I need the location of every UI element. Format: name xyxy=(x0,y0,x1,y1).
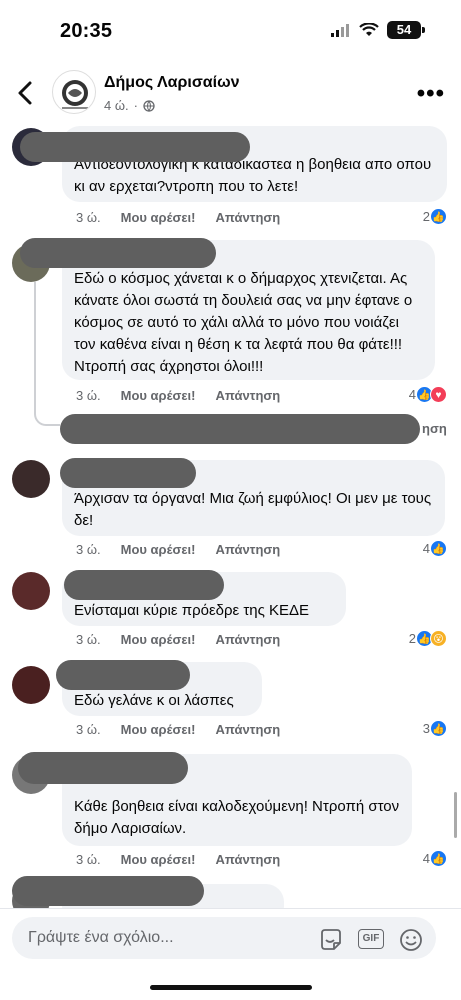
status-bar: 20:35 54 xyxy=(0,0,461,62)
reaction-count: 3 xyxy=(422,721,430,736)
reaction-summary[interactable]: 4 👍 xyxy=(423,850,447,867)
reaction-count: 2 xyxy=(408,631,416,646)
battery-icon: 54 xyxy=(387,21,425,39)
reaction-summary[interactable]: 4 👍 xyxy=(423,540,447,557)
reaction-summary[interactable]: 2 👍 xyxy=(423,208,447,225)
commenter-avatar[interactable] xyxy=(12,572,50,610)
redaction-bar xyxy=(56,660,190,690)
comment-time: 3 ώ. xyxy=(76,388,101,403)
post-time: 4 ώ. xyxy=(104,98,129,113)
home-indicator[interactable] xyxy=(150,985,312,990)
reaction-summary[interactable]: 2 👍 😮 xyxy=(409,630,447,647)
view-replies-suffix: ηση xyxy=(422,421,447,436)
back-arrow-icon[interactable] xyxy=(14,78,38,108)
status-time: 20:35 xyxy=(60,20,113,42)
comment-actions: 3 ώ. Μου αρέσει! Απάντηση xyxy=(76,542,280,557)
comment-time: 3 ώ. xyxy=(76,542,101,557)
like-reaction-icon: 👍 xyxy=(430,540,447,557)
like-button[interactable]: Μου αρέσει! xyxy=(121,632,196,647)
like-button[interactable]: Μου αρέσει! xyxy=(121,852,196,867)
wifi-icon xyxy=(359,23,379,36)
comment-time: 3 ώ. xyxy=(76,632,101,647)
redaction-bar xyxy=(20,132,250,162)
meta-separator: · xyxy=(133,98,138,113)
comment-input-placeholder: Γράψτε ένα σχόλιο... xyxy=(28,929,174,946)
reply-button[interactable]: Απάντηση xyxy=(215,722,280,737)
comment-input[interactable]: Γράψτε ένα σχόλιο... GIF xyxy=(12,917,436,959)
page-avatar[interactable] xyxy=(52,70,96,114)
redaction-bar xyxy=(60,414,420,444)
redaction-bar xyxy=(12,876,204,906)
reaction-count: 4 xyxy=(408,387,416,402)
comment-text: Ενίσταμαι κύριε πρόεδρε της ΚΕΔΕ xyxy=(74,602,310,619)
redaction-bar xyxy=(20,238,216,268)
like-button[interactable]: Μου αρέσει! xyxy=(121,542,196,557)
comment-time: 3 ώ. xyxy=(76,722,101,737)
sticker-icon[interactable] xyxy=(318,927,344,953)
comment-text: Εδώ γελάνε κ οι λάσπες xyxy=(74,692,234,709)
like-button[interactable]: Μου αρέσει! xyxy=(121,210,196,225)
page-title[interactable]: Δήμος Λαρισαίων xyxy=(104,74,240,92)
post-header: Δήμος Λαρισαίων 4 ώ. · ••• xyxy=(0,62,461,126)
commenter-avatar[interactable] xyxy=(12,460,50,498)
comment-actions: 3 ώ. Μου αρέσει! Απάντηση xyxy=(76,852,280,867)
gif-icon[interactable]: GIF xyxy=(358,929,384,949)
wow-reaction-icon: 😮 xyxy=(430,630,447,647)
like-reaction-icon: 👍 xyxy=(430,720,447,737)
view-replies-link[interactable]: ηση xyxy=(60,414,450,444)
more-options-icon[interactable]: ••• xyxy=(417,80,445,108)
comment-time: 3 ώ. xyxy=(76,852,101,867)
comment-composer: Γράψτε ένα σχόλιο... GIF xyxy=(0,908,461,1000)
like-reaction-icon: 👍 xyxy=(430,208,447,225)
reaction-count: 4 xyxy=(422,541,430,556)
status-icons: 54 xyxy=(331,21,425,39)
cellular-signal-icon xyxy=(331,24,349,37)
page-logo-icon xyxy=(62,80,88,109)
commenter-avatar[interactable] xyxy=(12,666,50,704)
emoji-icon[interactable] xyxy=(398,927,424,953)
reply-thread-line xyxy=(34,282,60,426)
reply-button[interactable]: Απάντηση xyxy=(215,210,280,225)
redaction-bar xyxy=(64,570,224,600)
comment-time: 3 ώ. xyxy=(76,210,101,225)
comment-text: Κάθε βοηθεια είναι καλοδεχούμενη! Ντροπή… xyxy=(74,798,400,837)
reaction-summary[interactable]: 3 👍 xyxy=(423,720,447,737)
comment-actions: 3 ώ. Μου αρέσει! Απάντηση xyxy=(76,722,280,737)
reaction-summary[interactable]: 4 👍 ♥ xyxy=(409,386,447,403)
reply-button[interactable]: Απάντηση xyxy=(215,542,280,557)
comment-actions: 3 ώ. Μου αρέσει! Απάντηση xyxy=(76,632,280,647)
comment-text: Άρχισαν τα όργανα! Μια ζωή εμφύλιος! Οι … xyxy=(74,490,432,529)
redaction-bar xyxy=(60,458,196,488)
like-button[interactable]: Μου αρέσει! xyxy=(121,722,196,737)
like-reaction-icon: 👍 xyxy=(430,850,447,867)
reply-button[interactable]: Απάντηση xyxy=(215,632,280,647)
comment-text: Εδώ ο κόσμος χάνεται κ ο δήμαρχος χτενιζ… xyxy=(74,270,413,375)
reaction-count: 4 xyxy=(422,851,430,866)
reaction-count: 2 xyxy=(422,209,430,224)
post-meta: 4 ώ. · xyxy=(104,98,155,113)
redaction-bar xyxy=(18,752,188,784)
comment-actions: 3 ώ. Μου αρέσει! Απάντηση xyxy=(76,388,280,403)
scrollbar[interactable] xyxy=(454,792,457,838)
comment-actions: 3 ώ. Μου αρέσει! Απάντηση xyxy=(76,210,280,225)
globe-icon xyxy=(143,99,155,112)
reply-button[interactable]: Απάντηση xyxy=(215,852,280,867)
like-button[interactable]: Μου αρέσει! xyxy=(121,388,196,403)
reply-button[interactable]: Απάντηση xyxy=(215,388,280,403)
love-reaction-icon: ♥ xyxy=(430,386,447,403)
